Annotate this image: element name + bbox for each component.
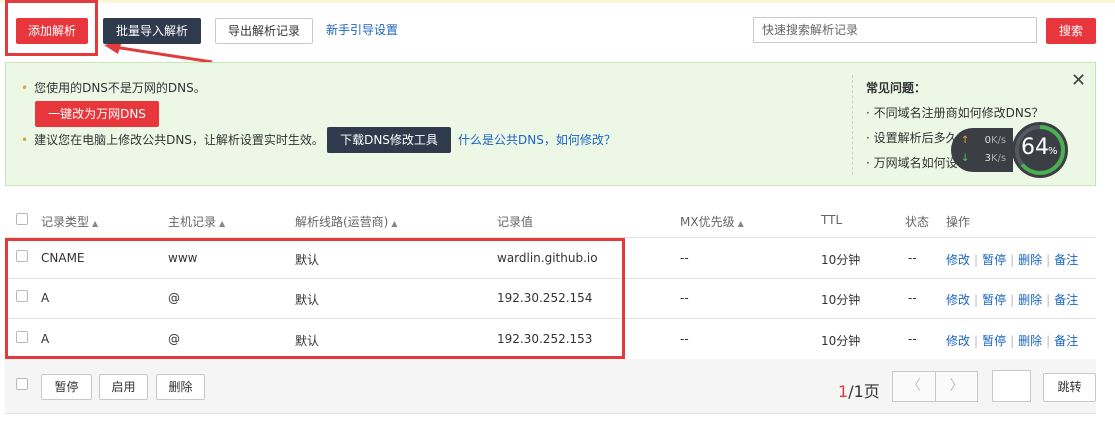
notice-text-dns: 您使用的DNS不是万网的DNS。	[34, 81, 206, 95]
jump-page-button[interactable]: 跳转	[1043, 373, 1096, 402]
faq-item[interactable]: · 不同域名注册商如何修改DNS？	[866, 104, 1043, 121]
delete-link[interactable]: 删除	[1018, 253, 1042, 267]
header-label: 主机记录	[168, 215, 217, 229]
header-status: 状态	[905, 215, 930, 229]
edit-link[interactable]: 修改	[946, 293, 970, 307]
action-separator: |	[1010, 293, 1015, 307]
faq-item[interactable]: · 万网域名如何设	[866, 154, 958, 171]
sort-asc-icon: ▲	[737, 219, 744, 228]
export-records-button[interactable]: 导出解析记录	[215, 18, 313, 44]
pause-link[interactable]: 暂停	[982, 253, 1006, 267]
header-label: MX优先级	[680, 215, 735, 229]
mx-cell: --	[680, 251, 689, 265]
header-record-type[interactable]: 记录类型 ▲	[41, 213, 98, 230]
sort-asc-icon: ▲	[92, 219, 99, 228]
next-page-button[interactable]: 〉	[935, 371, 978, 402]
search-input[interactable]	[753, 17, 1037, 43]
status-cell: --	[908, 291, 917, 305]
header-host[interactable]: 主机记录 ▲	[168, 213, 225, 230]
total-pages: /1页	[848, 382, 880, 401]
note-link[interactable]: 备注	[1054, 253, 1078, 267]
ttl-cell: 10分钟	[821, 253, 861, 267]
notice-text-public-dns: 建议您在电脑上修改公共DNS，让解析设置实时生效。	[34, 133, 324, 147]
row-actions: 修改 | 暂停 | 删除 | 备注	[946, 291, 1078, 308]
row-actions: 修改 | 暂停 | 删除 | 备注	[946, 332, 1078, 349]
header-label: 记录类型	[41, 215, 90, 229]
current-page: 1	[838, 382, 849, 401]
batch-delete-button[interactable]: 删除	[156, 374, 205, 400]
pause-link[interactable]: 暂停	[982, 293, 1006, 307]
speed-unit: K/s	[990, 153, 1007, 164]
edit-link[interactable]: 修改	[946, 334, 970, 348]
action-separator: |	[1010, 334, 1015, 348]
top-warning-strip	[0, 0, 1115, 3]
delete-link[interactable]: 删除	[1018, 293, 1042, 307]
select-all-checkbox[interactable]	[16, 213, 28, 225]
edit-link[interactable]: 修改	[946, 253, 970, 267]
action-separator: |	[1046, 293, 1051, 307]
batch-import-button[interactable]: 批量导入解析	[103, 18, 201, 44]
header-label: 解析线路(运营商)	[295, 215, 389, 229]
pause-link[interactable]: 暂停	[982, 334, 1006, 348]
header-value: 记录值	[497, 215, 534, 229]
action-separator: |	[974, 293, 979, 307]
dns-notice-panel: • 您使用的DNS不是万网的DNS。 一键改为万网DNS • 建议您在电脑上修改公共…	[5, 62, 1096, 186]
search-button[interactable]: 搜索	[1046, 18, 1096, 44]
mx-cell: --	[680, 291, 689, 305]
close-icon[interactable]: ✕	[1071, 70, 1086, 91]
notice-line-public-dns: • 建议您在电脑上修改公共DNS，让解析设置实时生效。	[21, 131, 324, 148]
action-separator: |	[974, 334, 979, 348]
sort-asc-icon: ▲	[219, 219, 226, 228]
batch-pause-button[interactable]: 暂停	[41, 374, 92, 400]
faq-item[interactable]: · 设置解析后多久	[866, 129, 958, 146]
sort-asc-icon: ▲	[391, 219, 398, 228]
notice-line-dns: • 您使用的DNS不是万网的DNS。	[21, 79, 206, 96]
gauge-percent-sign: %	[1048, 146, 1058, 157]
gauge-percent: 64	[1021, 135, 1049, 160]
add-record-button[interactable]: 添加解析	[16, 18, 88, 44]
header-mx[interactable]: MX优先级 ▲	[680, 213, 744, 230]
annotation-highlight-records	[5, 238, 625, 359]
network-speed-widget[interactable]: ↑ 0K/s ↓ 3K/s	[951, 128, 1013, 172]
delete-link[interactable]: 删除	[1018, 334, 1042, 348]
memory-gauge[interactable]: 64 %	[1011, 121, 1069, 179]
speed-unit: K/s	[990, 135, 1007, 146]
note-link[interactable]: 备注	[1054, 293, 1078, 307]
page-indicator: 1/1页	[838, 378, 880, 402]
faq-title: 常见问题：	[866, 81, 927, 95]
bullet-icon: •	[21, 133, 29, 147]
prev-page-button[interactable]: 〈	[892, 371, 936, 402]
status-cell: --	[908, 251, 917, 265]
ttl-cell: 10分钟	[821, 334, 861, 348]
page-number-input[interactable]	[992, 370, 1031, 402]
header-line[interactable]: 解析线路(运营商) ▲	[295, 213, 398, 230]
note-link[interactable]: 备注	[1054, 334, 1078, 348]
action-separator: |	[1046, 334, 1051, 348]
public-dns-help-link[interactable]: 什么是公共DNS，如何修改？	[458, 131, 616, 148]
guide-settings-link[interactable]: 新手引导设置	[326, 21, 398, 38]
action-separator: |	[1046, 253, 1051, 267]
action-separator: |	[974, 253, 979, 267]
mx-cell: --	[680, 332, 689, 346]
select-all-footer-checkbox[interactable]	[16, 378, 28, 390]
action-separator: |	[1010, 253, 1015, 267]
download-arrow-icon: ↓	[961, 153, 970, 164]
batch-enable-button[interactable]: 启用	[99, 374, 148, 400]
download-dns-tool-button[interactable]: 下载DNS修改工具	[327, 127, 451, 153]
upload-arrow-icon: ↑	[961, 135, 970, 146]
status-cell: --	[908, 332, 917, 346]
ttl-cell: 10分钟	[821, 293, 861, 307]
header-ttl: TTL	[821, 213, 843, 227]
notice-divider	[852, 75, 853, 175]
row-actions: 修改 | 暂停 | 删除 | 备注	[946, 251, 1078, 268]
switch-dns-button[interactable]: 一键改为万网DNS	[35, 101, 159, 127]
bullet-icon: •	[21, 81, 29, 95]
header-ops: 操作	[946, 215, 971, 229]
